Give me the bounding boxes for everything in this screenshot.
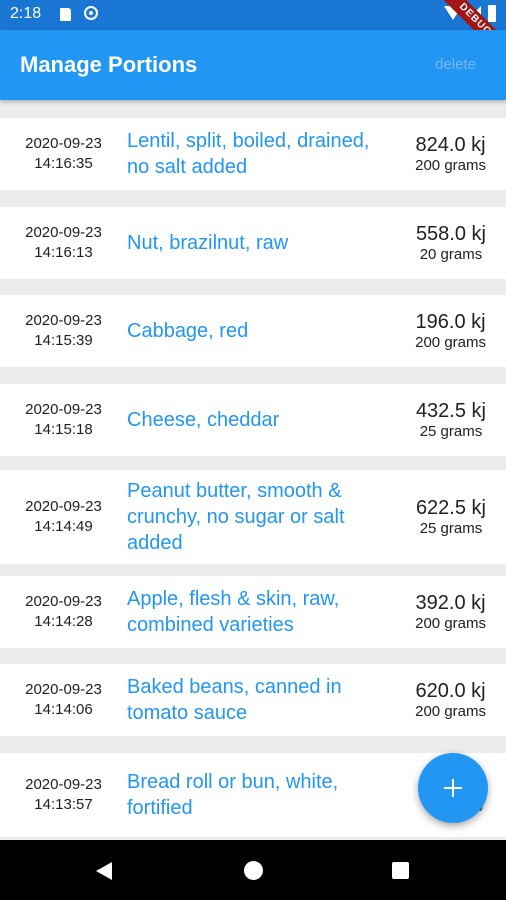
- portion-time: 14:15:39: [34, 332, 93, 349]
- portion-date: 2020-09-23: [25, 681, 102, 698]
- plus-icon: [444, 779, 462, 797]
- portion-food-name[interactable]: Cabbage, red: [127, 318, 377, 344]
- portion-time: 14:14:06: [34, 701, 93, 718]
- portion-date: 2020-09-23: [25, 593, 102, 610]
- portion-kj: 824.0 kj: [415, 134, 486, 156]
- portion-date: 2020-09-23: [25, 401, 102, 418]
- portion-row[interactable]: 2020-09-23 14:15:18 Cheese, cheddar 432.…: [0, 384, 506, 456]
- navigation-bar: [0, 840, 506, 900]
- portion-food-name[interactable]: Baked beans, canned in tomato sauce: [127, 674, 377, 726]
- portion-kj: 392.0 kj: [415, 592, 486, 614]
- sd-card-icon: [60, 8, 71, 21]
- portion-kj: 620.0 kj: [415, 680, 486, 702]
- portion-row[interactable]: 2020-09-23 14:14:06 Baked beans, canned …: [0, 664, 506, 736]
- portion-food-name[interactable]: Bread roll or bun, white, fortified: [127, 769, 377, 821]
- portion-food-name[interactable]: Peanut butter, smooth & crunchy, no suga…: [127, 478, 377, 556]
- portion-row[interactable]: 2020-09-23 14:14:49 Peanut butter, smoot…: [0, 470, 506, 564]
- back-icon[interactable]: [96, 862, 112, 880]
- portion-grams: 20 grams: [419, 246, 483, 263]
- recents-icon[interactable]: [392, 862, 409, 879]
- portion-energy: 196.0 kj 200 grams: [415, 310, 486, 352]
- portion-timestamp: 2020-09-23 14:15:18: [0, 400, 127, 440]
- portion-food-name[interactable]: Apple, flesh & skin, raw, combined varie…: [127, 586, 377, 638]
- portion-food-name[interactable]: Nut, brazilnut, raw: [127, 230, 377, 256]
- add-portion-button[interactable]: [418, 753, 488, 823]
- portion-timestamp: 2020-09-23 14:14:49: [0, 497, 127, 537]
- portion-grams: 25 grams: [419, 423, 483, 440]
- portion-grams: 200 grams: [415, 703, 486, 720]
- portion-grams: 200 grams: [415, 334, 486, 351]
- portion-timestamp: 2020-09-23 14:13:57: [0, 775, 127, 815]
- portion-timestamp: 2020-09-23 14:15:39: [0, 311, 127, 351]
- portion-kj: 558.0 kj: [415, 223, 486, 245]
- portion-kj: 196.0 kj: [415, 311, 486, 333]
- portion-date: 2020-09-23: [25, 498, 102, 515]
- portion-grams: 200 grams: [415, 157, 486, 174]
- status-bar: 2:18 DEBUG: [0, 0, 506, 72]
- portion-grams: 25 grams: [419, 520, 483, 537]
- portion-energy: 558.0 kj 20 grams: [416, 222, 486, 264]
- portion-row[interactable]: 2020-09-23 14:16:35 Lentil, split, boile…: [0, 118, 506, 190]
- portion-timestamp: 2020-09-23 14:16:35: [0, 134, 127, 174]
- portion-grams: 200 grams: [415, 615, 486, 632]
- portion-row[interactable]: 2020-09-23 14:15:39 Cabbage, red 196.0 k…: [0, 295, 506, 367]
- portion-time: 14:14:28: [34, 613, 93, 630]
- portion-food-name[interactable]: Lentil, split, boiled, drained, no salt …: [127, 128, 377, 180]
- portion-date: 2020-09-23: [25, 776, 102, 793]
- portion-kj: 622.5 kj: [415, 497, 486, 519]
- portion-row[interactable]: 2020-09-23 14:16:13 Nut, brazilnut, raw …: [0, 207, 506, 279]
- page-title: Manage Portions: [20, 52, 198, 77]
- portion-date: 2020-09-23: [25, 135, 102, 152]
- portion-time: 14:15:18: [34, 421, 93, 438]
- portion-row[interactable]: 2020-09-23 14:14:28 Apple, flesh & skin,…: [0, 576, 506, 648]
- portion-time: 14:16:35: [34, 155, 93, 172]
- portion-energy: 392.0 kj 200 grams: [415, 591, 486, 633]
- portion-energy: 622.5 kj 25 grams: [416, 496, 486, 538]
- portion-kj: 432.5 kj: [415, 400, 486, 422]
- status-time: 2:18: [10, 5, 42, 22]
- portion-timestamp: 2020-09-23 14:14:28: [0, 592, 127, 632]
- battery-icon: [488, 5, 496, 22]
- portion-date: 2020-09-23: [25, 224, 102, 241]
- portion-timestamp: 2020-09-23 14:16:13: [0, 223, 127, 263]
- delete-button[interactable]: delete: [435, 56, 476, 73]
- sync-icon: [84, 6, 98, 20]
- app-bar: Manage Portions delete: [0, 30, 506, 100]
- portion-energy: 824.0 kj 200 grams: [415, 133, 486, 175]
- portion-time: 14:13:57: [34, 796, 93, 813]
- portion-food-name[interactable]: Cheese, cheddar: [127, 407, 377, 433]
- portion-energy: 432.5 kj 25 grams: [416, 399, 486, 441]
- portion-time: 14:16:13: [34, 244, 93, 261]
- home-icon[interactable]: [244, 861, 263, 880]
- portion-time: 14:14:49: [34, 518, 93, 535]
- portion-timestamp: 2020-09-23 14:14:06: [0, 680, 127, 720]
- portion-date: 2020-09-23: [25, 312, 102, 329]
- portion-energy: 620.0 kj 200 grams: [415, 679, 486, 721]
